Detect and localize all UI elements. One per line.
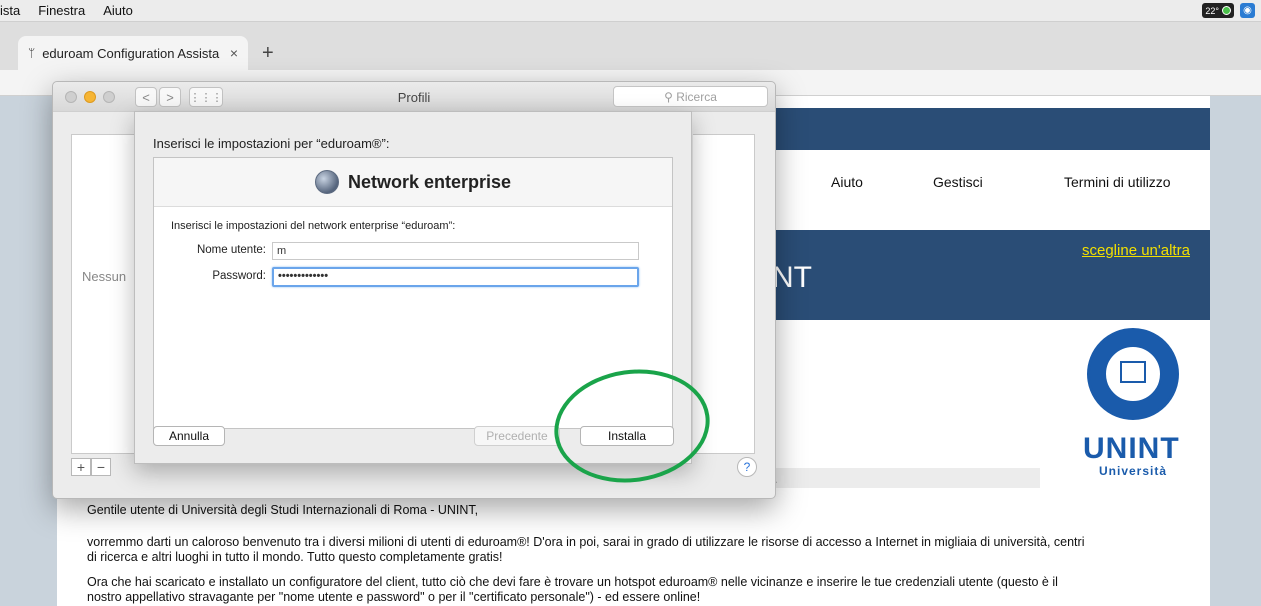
- panel-title: Network enterprise: [347, 171, 512, 192]
- logo-text: UNINT: [1083, 432, 1180, 465]
- temperature-value: 22°: [1205, 5, 1219, 16]
- window-titlebar[interactable]: < > ⋮⋮⋮ Profili ⚲ Ricerca: [53, 82, 775, 112]
- status-dot-icon: [1222, 6, 1231, 15]
- book-icon: [1120, 361, 1146, 383]
- browser-tab-strip: ᛘ eduroam Configuration Assista × +: [0, 22, 1261, 70]
- password-label: Password:: [212, 270, 266, 282]
- menu-bar: ista Finestra Aiuto 22° ◉: [0, 0, 1261, 22]
- instructions-paragraph: Ora che hai scaricato e installato un co…: [87, 575, 1058, 604]
- remove-profile-button[interactable]: −: [91, 458, 111, 476]
- logo-subtext: Università: [1099, 464, 1168, 478]
- sheet-heading: Inserisci le impostazioni per “eduroam®”…: [153, 136, 390, 151]
- username-field[interactable]: m: [272, 242, 639, 260]
- menu-aiuto[interactable]: Aiuto: [103, 3, 133, 18]
- search-placeholder: Ricerca: [676, 89, 717, 104]
- menu-vista[interactable]: ista: [0, 3, 20, 18]
- panel-header: Network enterprise: [154, 158, 672, 207]
- seal-inner: [1104, 345, 1162, 403]
- status-area: 22° ◉: [1202, 3, 1255, 18]
- banner-title-fragment: NT: [772, 261, 812, 294]
- nav-termini[interactable]: Termini di utilizzo: [1064, 174, 1171, 190]
- temperature-widget[interactable]: 22°: [1202, 3, 1234, 18]
- tab-title: eduroam Configuration Assista: [42, 45, 220, 61]
- nav-gestisci[interactable]: Gestisci: [933, 174, 983, 190]
- search-field[interactable]: ⚲ Ricerca: [613, 86, 768, 107]
- help-button[interactable]: ?: [737, 457, 757, 477]
- cancel-button[interactable]: Annulla: [153, 426, 225, 446]
- tab-close-icon[interactable]: ×: [230, 45, 238, 61]
- antenna-icon: ᛘ: [28, 46, 36, 60]
- browser-tab[interactable]: ᛘ eduroam Configuration Assista ×: [18, 36, 248, 70]
- info-strip: [765, 468, 1040, 488]
- network-globe-icon: [314, 170, 339, 194]
- app-status-icon[interactable]: ◉: [1240, 3, 1255, 18]
- password-field[interactable]: •••••••••••••: [272, 267, 639, 287]
- menu-finestra[interactable]: Finestra: [38, 3, 85, 18]
- new-tab-button[interactable]: +: [262, 42, 274, 65]
- nav-aiuto[interactable]: Aiuto: [831, 174, 863, 190]
- username-label: Nome utente:: [196, 244, 266, 256]
- previous-button[interactable]: Precedente: [474, 426, 560, 446]
- panel-description: Inserisci le impostazioni del network en…: [171, 220, 456, 232]
- add-profile-button[interactable]: +: [71, 458, 91, 476]
- search-icon: ⚲: [664, 89, 677, 104]
- choose-other-link[interactable]: scegline un'altra: [1082, 242, 1190, 259]
- welcome-paragraph: vorremmo darti un caloroso benvenuto tra…: [87, 535, 1085, 564]
- no-profiles-label: Nessun: [82, 269, 127, 284]
- greeting-text: Gentile utente di Università degli Studi…: [87, 503, 479, 517]
- university-seal-icon: [1087, 328, 1179, 420]
